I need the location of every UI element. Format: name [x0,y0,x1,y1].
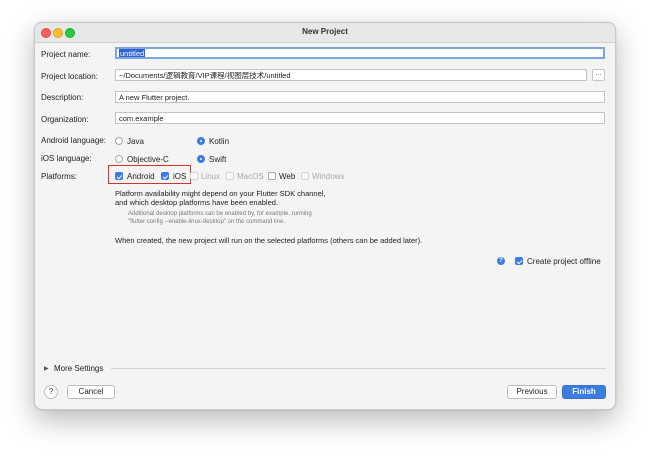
platform-ios-label[interactable]: iOS [173,172,186,181]
radio-kotlin[interactable] [197,137,205,145]
description-input[interactable]: A new Flutter project. [115,91,605,103]
platform-android-checkbox[interactable] [115,172,123,180]
platforms-label: Platforms: [41,172,78,181]
radio-swift-label[interactable]: Swift [209,155,226,164]
radio-kotlin-label[interactable]: Kotlin [209,137,229,146]
project-location-label: Project location: [41,72,98,81]
platform-note-line1: Platform availability might depend on yo… [115,189,326,198]
more-settings-toggle[interactable]: More Settings [54,364,103,373]
organization-label: Organization: [41,115,89,124]
desktop-note-line1: Additional desktop platforms can be enab… [128,211,312,217]
chevron-right-icon[interactable]: ▶ [44,365,49,372]
project-name-input[interactable]: untitled [115,47,605,59]
new-project-dialog: New Project Project name: untitled Proje… [34,22,616,410]
radio-java[interactable] [115,137,123,145]
question-circle-icon[interactable]: ? [44,385,58,399]
info-icon[interactable]: ? [497,257,505,265]
project-name-label: Project name: [41,50,91,59]
ios-language-label: iOS language: [41,154,92,163]
android-language-label: Android language: [41,136,106,145]
cancel-button[interactable]: Cancel [67,385,115,399]
radio-objective-c[interactable] [115,155,123,163]
platform-macos-label[interactable]: MacOS [237,172,264,181]
desktop-note-line2: "flutter config --enable-linux-desktop" … [128,219,286,225]
radio-java-label[interactable]: Java [127,137,144,146]
platform-android-label[interactable]: Android [127,172,155,181]
platform-windows-checkbox[interactable] [301,172,309,180]
platform-macos-checkbox[interactable] [226,172,234,180]
platform-ios-checkbox[interactable] [161,172,169,180]
previous-button[interactable]: Previous [507,385,557,399]
platform-windows-label[interactable]: Windows [312,172,344,181]
run-platforms-note: When created, the new project will run o… [115,236,423,245]
platform-linux-checkbox[interactable] [190,172,198,180]
platform-web-label[interactable]: Web [279,172,295,181]
platform-note-line2: and which desktop platforms have been en… [115,198,279,207]
description-label: Description: [41,93,84,102]
organization-input[interactable]: com.example [115,112,605,124]
radio-objective-c-label[interactable]: Objective-C [127,155,169,164]
radio-swift[interactable] [197,155,205,163]
platform-linux-label[interactable]: Linux [201,172,220,181]
browse-button[interactable]: ... [592,69,605,81]
project-name-value: untitled [119,49,146,58]
more-settings-divider [111,368,606,369]
create-offline-label[interactable]: Create project offline [527,257,601,266]
create-offline-checkbox[interactable] [515,257,523,265]
finish-button[interactable]: Finish [562,385,606,399]
window-title: New Project [302,27,348,36]
platform-web-checkbox[interactable] [268,172,276,180]
title-bar: New Project [35,23,615,43]
project-location-input[interactable]: ~/Documents/逻辑教育/VIP课程/视图层技术/untitled [115,69,587,81]
